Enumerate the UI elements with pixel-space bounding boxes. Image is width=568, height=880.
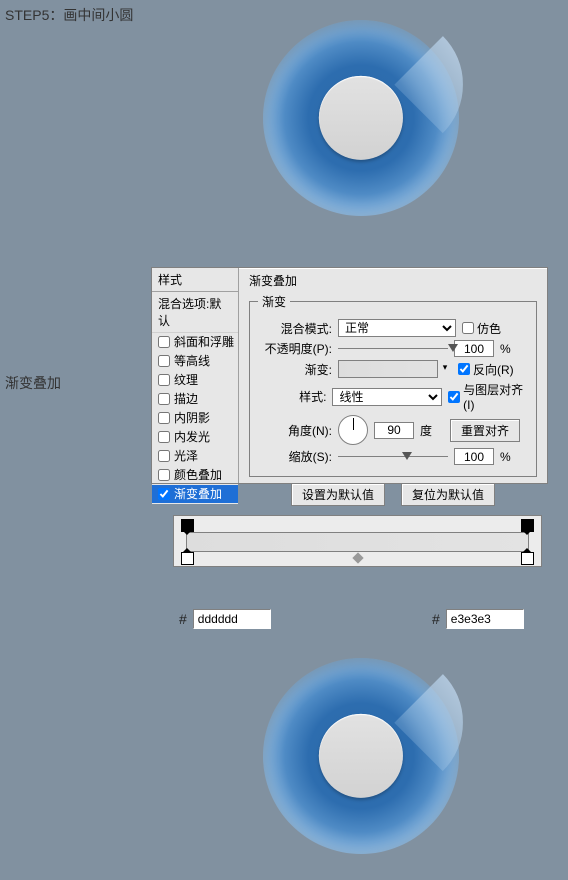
hash-icon: #	[432, 611, 440, 627]
scale-input[interactable]	[454, 448, 494, 465]
style-checkbox[interactable]	[158, 374, 170, 386]
side-label: 渐变叠加	[5, 373, 61, 393]
scale-slider[interactable]	[338, 456, 448, 457]
dither-label: 仿色	[477, 320, 501, 337]
reverse-input[interactable]	[458, 363, 470, 375]
style-label: 光泽	[174, 449, 198, 463]
style-label: 渐变叠加	[174, 487, 222, 501]
gradient-preview[interactable]: ▾	[338, 360, 452, 378]
blend-mode-label: 混合模式:	[258, 320, 332, 337]
style-checkbox[interactable]	[158, 355, 170, 367]
style-checkbox[interactable]	[158, 431, 170, 443]
style-item-bevel[interactable]: 斜面和浮雕	[152, 333, 238, 352]
angle-input[interactable]	[374, 422, 414, 439]
blend-options-default[interactable]: 混合选项:默认	[152, 292, 238, 333]
angle-dial[interactable]	[338, 415, 368, 445]
midpoint-marker[interactable]	[352, 552, 363, 563]
color-hex-1: #	[179, 609, 271, 629]
color-stop-left[interactable]	[181, 552, 194, 565]
gradient-editor[interactable]	[173, 515, 542, 567]
style-item-satin[interactable]: 光泽	[152, 447, 238, 466]
dither-input[interactable]	[462, 322, 474, 334]
style-checkbox[interactable]	[158, 450, 170, 462]
reset-align-button[interactable]: 重置对齐	[450, 419, 520, 442]
gradient-overlay-settings: 渐变叠加 渐变 混合模式: 正常 仿色 不透明度(P): % 渐变: ▾ 反向(…	[239, 268, 547, 483]
degree-label: 度	[420, 422, 432, 439]
color-hex-input-1[interactable]	[193, 609, 271, 629]
style-checkbox[interactable]	[158, 393, 170, 405]
opacity-stop-left[interactable]	[181, 519, 194, 532]
style-label: 内发光	[174, 430, 210, 444]
style-checkbox[interactable]	[158, 488, 170, 500]
gradient-bar[interactable]	[186, 532, 529, 552]
style-checkbox[interactable]	[158, 336, 170, 348]
reverse-label: 反向(R)	[473, 361, 514, 378]
style-item-inner-glow[interactable]: 内发光	[152, 428, 238, 447]
color-stop-right[interactable]	[521, 552, 534, 565]
dial-knob	[319, 76, 403, 160]
gradient-group: 渐变 混合模式: 正常 仿色 不透明度(P): % 渐变: ▾ 反向(R) 样式…	[249, 293, 537, 477]
style-label: 等高线	[174, 354, 210, 368]
reset-default-button[interactable]: 复位为默认值	[401, 483, 495, 506]
opacity-stop-right[interactable]	[521, 519, 534, 532]
dial-graphic-bottom	[263, 658, 459, 854]
style-label: 内阴影	[174, 411, 210, 425]
style-label: 颜色叠加	[174, 468, 222, 482]
percent-sign: %	[500, 450, 512, 464]
opacity-label: 不透明度(P):	[258, 340, 332, 357]
color-hex-input-2[interactable]	[446, 609, 524, 629]
hash-icon: #	[179, 611, 187, 627]
style-label: 描边	[174, 392, 198, 406]
color-hex-2: #	[432, 609, 524, 629]
reverse-checkbox[interactable]: 反向(R)	[458, 361, 514, 378]
gradient-dropdown-icon[interactable]: ▾	[437, 360, 452, 378]
scale-label: 缩放(S):	[258, 448, 332, 465]
blend-mode-select[interactable]: 正常	[338, 319, 456, 337]
style-label: 斜面和浮雕	[174, 335, 234, 349]
styles-list: 样式 混合选项:默认 斜面和浮雕 等高线 纹理 描边 内阴影 内发光 光泽 颜色…	[152, 268, 239, 483]
set-default-button[interactable]: 设置为默认值	[291, 483, 385, 506]
style-item-contour[interactable]: 等高线	[152, 352, 238, 371]
style-label: 纹理	[174, 373, 198, 387]
style-item-color-overlay[interactable]: 颜色叠加	[152, 466, 238, 485]
slider-handle[interactable]	[448, 344, 458, 352]
align-label: 与图层对齐(I)	[463, 381, 528, 412]
dial-knob	[319, 714, 403, 798]
style-checkbox[interactable]	[158, 469, 170, 481]
layer-style-panel: 样式 混合选项:默认 斜面和浮雕 等高线 纹理 描边 内阴影 内发光 光泽 颜色…	[151, 267, 548, 484]
style-item-gradient-overlay[interactable]: 渐变叠加	[152, 485, 238, 504]
style-label-row: 样式:	[258, 388, 326, 405]
group-legend: 渐变	[258, 293, 290, 310]
style-item-inner-shadow[interactable]: 内阴影	[152, 409, 238, 428]
style-item-texture[interactable]: 纹理	[152, 371, 238, 390]
slider-handle[interactable]	[402, 452, 412, 460]
opacity-input[interactable]	[454, 340, 494, 357]
align-checkbox[interactable]: 与图层对齐(I)	[448, 381, 528, 412]
gradient-label: 渐变:	[258, 361, 332, 378]
section-title: 渐变叠加	[249, 272, 537, 289]
dial-graphic-top	[263, 20, 459, 216]
step-title: STEP5：画中间小圆	[5, 5, 133, 25]
style-select[interactable]: 线性	[332, 388, 442, 406]
angle-label: 角度(N):	[258, 422, 332, 439]
align-input[interactable]	[448, 391, 460, 403]
style-checkbox[interactable]	[158, 412, 170, 424]
style-item-stroke[interactable]: 描边	[152, 390, 238, 409]
percent-sign: %	[500, 342, 512, 356]
opacity-slider[interactable]	[338, 348, 448, 349]
dither-checkbox[interactable]: 仿色	[462, 320, 501, 337]
styles-header: 样式	[152, 268, 238, 292]
